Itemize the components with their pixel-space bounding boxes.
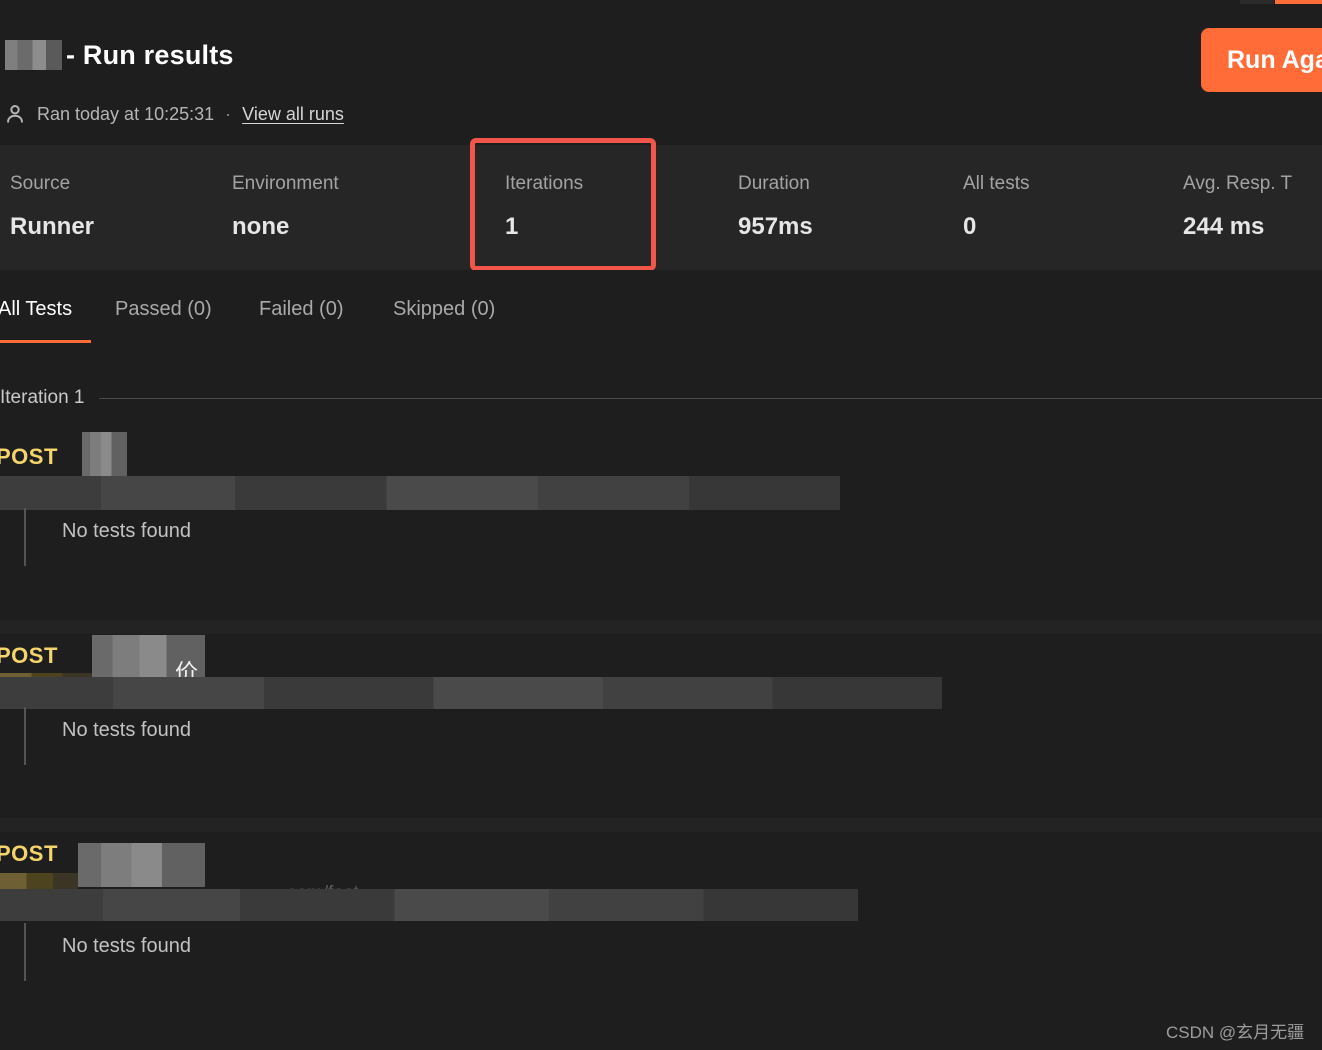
active-tab-underline <box>0 340 91 343</box>
stat-label: Avg. Resp. T <box>1183 173 1293 194</box>
request-header: POST 价 <box>0 631 1322 709</box>
results-tabs: All Tests Passed (0) Failed (0) Skipped … <box>0 270 1322 342</box>
stat-label: Environment <box>232 173 339 194</box>
no-tests-found-text: No tests found <box>62 520 191 542</box>
run-meta: Ran today at 10:25:31 · View all runs <box>0 100 344 128</box>
page-title: - Run results <box>0 34 234 76</box>
request-tests-section: No tests found <box>0 921 1322 983</box>
view-all-runs-link[interactable]: View all runs <box>242 104 344 125</box>
tab-indicator-active <box>1275 0 1322 4</box>
run-timestamp: Ran today at 10:25:31 <box>37 103 215 124</box>
request-method-label: POST <box>0 841 58 866</box>
meta-separator: · <box>225 103 232 124</box>
run-again-button[interactable]: Run Again <box>1201 28 1322 92</box>
request-tests-section: No tests found <box>0 705 1322 767</box>
page-header: - Run results Ran today at 10:25:31 · Vi… <box>0 8 1322 145</box>
request-header: POST <box>0 432 1322 510</box>
stat-label: All tests <box>963 173 1030 194</box>
iteration-divider <box>98 397 1322 399</box>
request-result-item[interactable]: POST com/fast No tests found <box>0 829 1322 983</box>
top-tab-strip <box>0 0 1322 8</box>
stat-value: none <box>232 213 290 240</box>
stat-label: Iterations <box>505 173 584 194</box>
redacted-request-name <box>82 432 127 478</box>
request-method-label: POST <box>0 643 58 668</box>
run-stats-bar: Source Runner Environment none Iteration… <box>0 145 1322 270</box>
redacted-request-url <box>0 889 858 921</box>
iteration-label: Iteration 1 <box>0 387 85 408</box>
stat-value: 1 <box>505 213 519 240</box>
redacted-request-name <box>78 843 205 887</box>
stat-value: Runner <box>10 213 94 240</box>
iteration-header: Iteration 1 <box>0 384 1322 412</box>
request-result-item[interactable]: POST No tests found <box>0 432 1322 568</box>
watermark: CSDN @玄月无疆 <box>1166 1023 1305 1042</box>
request-method-label: POST <box>0 444 58 469</box>
stat-value: 957ms <box>738 213 813 240</box>
no-tests-found-text: No tests found <box>62 719 191 741</box>
tests-indent-bar <box>24 923 26 981</box>
stat-value: 244 ms <box>1183 213 1265 240</box>
tests-indent-bar <box>24 508 26 566</box>
no-tests-found-text: No tests found <box>62 935 191 957</box>
stat-label: Duration <box>738 173 810 194</box>
tab-skipped[interactable]: Skipped (0) <box>393 298 495 321</box>
stat-label: Source <box>10 173 71 194</box>
redacted-collection-name <box>5 40 62 70</box>
request-result-item[interactable]: POST 价 No tests found <box>0 631 1322 767</box>
tab-failed[interactable]: Failed (0) <box>259 298 343 321</box>
person-icon <box>0 101 28 127</box>
request-header: POST com/fast <box>0 829 1322 921</box>
tab-all-tests[interactable]: All Tests <box>0 298 72 321</box>
run-results-page: - Run results Ran today at 10:25:31 · Vi… <box>0 0 1322 1050</box>
request-tests-section: No tests found <box>0 506 1322 568</box>
page-title-text: - Run results <box>66 39 234 70</box>
stat-value: 0 <box>963 213 977 240</box>
tab-indicator-inactive <box>1240 0 1274 4</box>
tab-passed[interactable]: Passed (0) <box>115 298 212 321</box>
redacted-request-url <box>0 476 840 510</box>
tests-indent-bar <box>24 707 26 765</box>
